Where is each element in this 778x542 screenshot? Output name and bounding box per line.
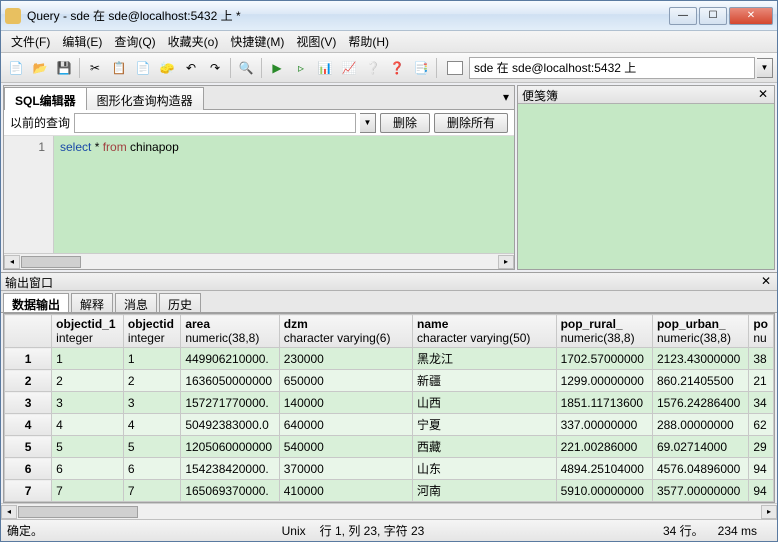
col-objectid_1[interactable]: objectid_1integer bbox=[52, 315, 124, 348]
run-pgscript-icon[interactable]: ▹ bbox=[290, 57, 312, 79]
new-icon[interactable]: 📄 bbox=[5, 57, 27, 79]
minimize-button[interactable]: — bbox=[669, 7, 697, 25]
prev-query-dropdown-icon[interactable]: ▼ bbox=[360, 113, 376, 133]
run-icon[interactable]: ▶ bbox=[266, 57, 288, 79]
menu-文件(F)[interactable]: 文件(F) bbox=[5, 31, 56, 52]
table-row[interactable]: 2221636050000000650000新疆1299.00000000860… bbox=[5, 370, 774, 392]
result-grid[interactable]: objectid_1integerobjectidintegerareanume… bbox=[4, 314, 774, 503]
connection-field[interactable]: sde 在 sde@localhost:5432 上 bbox=[469, 57, 755, 79]
sql-editor[interactable]: select * from chinapop bbox=[54, 136, 514, 253]
scratch-pane: 便笺簿 ✕ bbox=[517, 85, 775, 270]
scratch-title: 便笺簿 bbox=[522, 87, 558, 102]
statusbar: 确定。 Unix 行 1, 列 23, 字符 23 34 行。 234 ms bbox=[1, 519, 777, 541]
paste-icon[interactable]: 📄 bbox=[132, 57, 154, 79]
prev-query-field[interactable] bbox=[74, 113, 356, 133]
out-tab-1[interactable]: 解释 bbox=[71, 293, 113, 312]
col-pop_urban_[interactable]: pop_urban_numeric(38,8) bbox=[652, 315, 748, 348]
help-icon[interactable]: ❓ bbox=[386, 57, 408, 79]
scratch-area[interactable] bbox=[518, 104, 774, 269]
chevron-down-icon[interactable]: ▾ bbox=[498, 86, 514, 109]
app-icon bbox=[5, 8, 21, 24]
table-row[interactable]: 333157271770000.140000山西1851.11713600157… bbox=[5, 392, 774, 414]
col-pop_rural_[interactable]: pop_rural_numeric(38,8) bbox=[556, 315, 652, 348]
open-icon[interactable]: 📂 bbox=[29, 57, 51, 79]
editor-pane: SQL编辑器 图形化查询构造器 ▾ 以前的查询 ▼ 删除 删除所有 1 sele… bbox=[3, 85, 515, 270]
output-title: 输出窗口 bbox=[5, 274, 53, 289]
delete-all-button[interactable]: 删除所有 bbox=[434, 113, 508, 133]
status-time: 234 ms bbox=[718, 524, 757, 538]
out-tab-0[interactable]: 数据输出 bbox=[3, 293, 69, 312]
out-tab-2[interactable]: 消息 bbox=[115, 293, 157, 312]
table-row[interactable]: 44450492383000.0640000宁夏337.00000000288.… bbox=[5, 414, 774, 436]
line-gutter: 1 bbox=[4, 136, 54, 253]
menu-快捷键(M)[interactable]: 快捷键(M) bbox=[224, 31, 290, 52]
find-icon[interactable]: 🔍 bbox=[235, 57, 257, 79]
explain-icon[interactable]: 📊 bbox=[314, 57, 336, 79]
prev-query-label: 以前的查询 bbox=[10, 114, 70, 131]
cut-icon[interactable]: ✂ bbox=[84, 57, 106, 79]
tab-sql-editor[interactable]: SQL编辑器 bbox=[4, 87, 87, 110]
scratch-close-icon[interactable]: ✕ bbox=[756, 87, 770, 102]
undo-icon[interactable]: ↶ bbox=[180, 57, 202, 79]
status-ok: 确定。 bbox=[7, 522, 43, 539]
clear-icon[interactable]: 🧽 bbox=[156, 57, 178, 79]
col-name[interactable]: namecharacter varying(50) bbox=[413, 315, 557, 348]
grid-h-scrollbar[interactable]: ◂▸ bbox=[1, 503, 777, 519]
tab-graphical-builder[interactable]: 图形化查询构造器 bbox=[86, 87, 204, 110]
col-po[interactable]: ponu bbox=[749, 315, 774, 348]
toolbar: 📄 📂 💾 ✂ 📋 📄 🧽 ↶ ↷ 🔍 ▶ ▹ 📊 📈 ❔ ❓ 📑 sde 在 … bbox=[1, 53, 777, 83]
menu-收藏夹(o)[interactable]: 收藏夹(o) bbox=[162, 31, 225, 52]
col-dzm[interactable]: dzmcharacter varying(6) bbox=[279, 315, 412, 348]
redo-icon[interactable]: ↷ bbox=[204, 57, 226, 79]
table-row[interactable]: 111449906210000.230000黑龙江1702.5700000021… bbox=[5, 348, 774, 370]
status-pos: 行 1, 列 23, 字符 23 bbox=[320, 522, 425, 539]
col-objectid[interactable]: objectidinteger bbox=[123, 315, 180, 348]
menu-编辑(E)[interactable]: 编辑(E) bbox=[56, 31, 108, 52]
close-button[interactable]: ✕ bbox=[729, 7, 773, 25]
save-icon[interactable]: 💾 bbox=[53, 57, 75, 79]
status-rows: 34 行。 bbox=[663, 522, 704, 539]
col-area[interactable]: areanumeric(38,8) bbox=[181, 315, 279, 348]
titlebar: Query - sde 在 sde@localhost:5432 上 * — ☐… bbox=[1, 1, 777, 31]
connection-checkbox[interactable] bbox=[447, 61, 463, 75]
cancel-icon[interactable]: ❔ bbox=[362, 57, 384, 79]
menu-帮助(H)[interactable]: 帮助(H) bbox=[342, 31, 395, 52]
table-row[interactable]: 5551205060000000540000西藏221.0028600069.0… bbox=[5, 436, 774, 458]
status-unix: Unix bbox=[282, 524, 306, 538]
delete-button[interactable]: 删除 bbox=[380, 113, 430, 133]
editor-h-scrollbar[interactable]: ◂▸ bbox=[4, 253, 514, 269]
menu-视图(V)[interactable]: 视图(V) bbox=[290, 31, 342, 52]
table-row[interactable]: 777165069370000.410000河南5910.00000000357… bbox=[5, 480, 774, 502]
explain-analyze-icon[interactable]: 📈 bbox=[338, 57, 360, 79]
fav-icon[interactable]: 📑 bbox=[410, 57, 432, 79]
connection-dropdown-icon[interactable]: ▼ bbox=[757, 58, 773, 78]
output-close-icon[interactable]: ✕ bbox=[759, 274, 773, 289]
window-title: Query - sde 在 sde@localhost:5432 上 * bbox=[27, 7, 667, 24]
maximize-button[interactable]: ☐ bbox=[699, 7, 727, 25]
menubar: 文件(F)编辑(E)查询(Q)收藏夹(o)快捷键(M)视图(V)帮助(H) bbox=[1, 31, 777, 53]
out-tab-3[interactable]: 历史 bbox=[159, 293, 201, 312]
copy-icon[interactable]: 📋 bbox=[108, 57, 130, 79]
menu-查询(Q)[interactable]: 查询(Q) bbox=[108, 31, 161, 52]
table-row[interactable]: 666154238420000.370000山东4894.25104000457… bbox=[5, 458, 774, 480]
